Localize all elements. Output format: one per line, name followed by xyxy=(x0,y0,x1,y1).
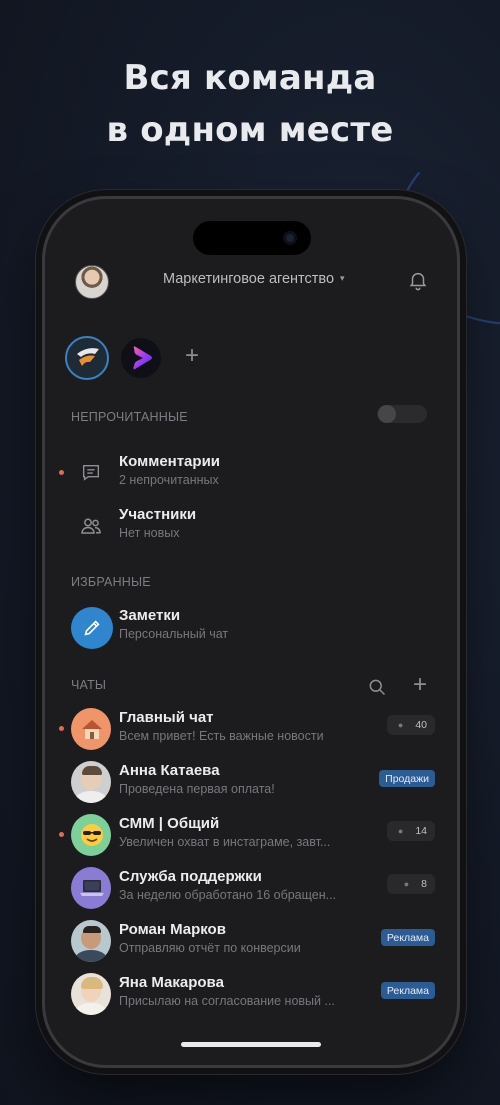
unread-toggle[interactable] xyxy=(377,405,427,423)
list-item-comments[interactable]: Комментарии 2 непрочитанных xyxy=(45,453,457,501)
tag-badge: Продажи xyxy=(379,770,435,787)
chat-row-smm[interactable]: СММ | Общий Увеличен охват в инстаграме,… xyxy=(45,814,457,863)
add-chat-button[interactable]: + xyxy=(413,671,427,699)
bell-icon[interactable] xyxy=(407,269,429,291)
profile-avatar[interactable] xyxy=(75,265,109,299)
users-icon xyxy=(71,506,111,546)
item-subtitle: Нет новых xyxy=(119,526,180,540)
laptop-icon xyxy=(80,880,104,896)
chat-avatar xyxy=(71,761,111,803)
pencil-icon xyxy=(71,607,113,649)
chat-avatar xyxy=(71,708,111,750)
chat-row-yana[interactable]: Яна Макарова Присылаю на согласование но… xyxy=(45,973,457,1022)
unread-dot xyxy=(59,726,64,731)
list-item-notes[interactable]: Заметки Персональный чат xyxy=(45,607,457,655)
chat-title: Служба поддержки xyxy=(119,868,262,885)
chat-title: СММ | Общий xyxy=(119,815,220,832)
workspace-name: Маркетинговое агентство xyxy=(163,271,335,287)
cool-emoji-icon xyxy=(81,824,103,846)
chat-preview: За неделю обработано 16 обращен... xyxy=(119,888,337,902)
toggle-knob xyxy=(378,405,396,423)
workspace-selector[interactable]: Маркетинговое агентство ▾ xyxy=(163,271,345,287)
phone-power-button xyxy=(460,440,464,528)
phone-action-button xyxy=(36,368,40,398)
headline-line-1: Вся команда xyxy=(123,58,377,98)
chat-avatar xyxy=(71,920,111,962)
search-icon[interactable] xyxy=(367,677,387,697)
chats-tools: + xyxy=(367,671,427,699)
headline-line-2: в одном месте xyxy=(106,110,394,150)
chat-avatar xyxy=(71,973,111,1015)
space-agency-logo[interactable] xyxy=(65,336,109,380)
chat-preview: Проведена первая оплата! xyxy=(119,782,275,796)
item-title: Комментарии xyxy=(119,453,221,470)
chat-title: Роман Марков xyxy=(119,921,226,938)
person-icon: ● xyxy=(397,826,404,836)
add-space-button[interactable]: + xyxy=(185,342,199,370)
phone-frame: Маркетинговое агентство ▾ + НЕПРОЧИТАННЫ… xyxy=(42,196,460,1068)
item-subtitle: Персональный чат xyxy=(119,627,229,641)
unread-dot xyxy=(59,470,64,475)
comment-icon xyxy=(71,453,111,493)
chat-preview: Увеличен охват в инстаграме, завт... xyxy=(119,835,331,849)
chat-row-support[interactable]: Служба поддержки За неделю обработано 16… xyxy=(45,867,457,916)
agency-logo-icon xyxy=(77,348,99,366)
app-topbar: Маркетинговое агентство ▾ xyxy=(45,261,457,301)
person-icon: ● xyxy=(403,879,410,889)
chat-avatar xyxy=(71,867,111,909)
chat-row-anna[interactable]: Анна Катаева Проведена первая оплата! Пр… xyxy=(45,761,457,810)
chat-row-main[interactable]: Главный чат Всем привет! Есть важные нов… xyxy=(45,708,457,757)
camera-lens xyxy=(283,231,297,245)
member-count-badge: ● 14 xyxy=(387,821,435,841)
person-icon: ● xyxy=(397,720,404,730)
chevron-down-icon: ▾ xyxy=(340,273,345,283)
item-title: Участники xyxy=(119,506,197,523)
chat-preview: Всем привет! Есть важные новости xyxy=(119,729,324,743)
chat-title: Главный чат xyxy=(119,709,214,726)
house-icon xyxy=(82,720,102,739)
list-item-members[interactable]: Участники Нет новых xyxy=(45,506,457,554)
phone-volume-down-button xyxy=(36,505,40,561)
tag-badge: Реклама xyxy=(380,982,435,999)
unread-section-label: НЕПРОЧИТАННЫЕ xyxy=(71,410,188,424)
member-count: 8 xyxy=(421,878,427,890)
chat-row-roman[interactable]: Роман Марков Отправляю отчёт по конверси… xyxy=(45,920,457,969)
home-indicator[interactable] xyxy=(181,1042,321,1047)
phone-volume-up-button xyxy=(36,432,40,488)
photo-avatar xyxy=(71,761,111,803)
photo-avatar xyxy=(71,920,111,962)
item-title: Заметки xyxy=(119,607,181,624)
member-count: 14 xyxy=(415,825,427,837)
photo-avatar xyxy=(71,973,111,1015)
promo-headline: Вся команда в одном месте xyxy=(0,52,500,156)
chat-avatar xyxy=(71,814,111,856)
member-count-badge: ● 40 xyxy=(387,715,435,735)
chat-preview: Отправляю отчёт по конверсии xyxy=(119,941,301,955)
chats-section-label: ЧАТЫ xyxy=(71,678,107,692)
tag-badge: Реклама xyxy=(380,929,435,946)
item-subtitle: 2 непрочитанных xyxy=(119,473,219,487)
member-count: 40 xyxy=(415,719,427,731)
unread-dot xyxy=(59,832,64,837)
chat-preview: Присылаю на согласование новый ... xyxy=(119,994,335,1008)
member-count-badge: ● 8 xyxy=(387,874,435,894)
chat-title: Анна Катаева xyxy=(119,762,220,779)
chat-title: Яна Макарова xyxy=(119,974,224,991)
space-video-logo[interactable] xyxy=(121,338,161,378)
video-play-logo-icon xyxy=(133,346,152,370)
dynamic-island xyxy=(193,221,311,255)
favorites-section-label: ИЗБРАННЫЕ xyxy=(71,575,151,589)
